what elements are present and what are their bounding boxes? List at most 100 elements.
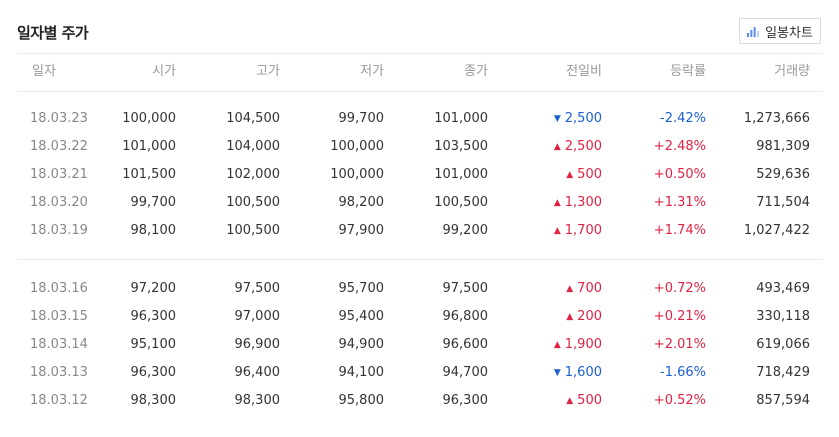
cell-date: 18.03.13 [30,365,88,380]
cell-change: ▲ 1,900 [554,331,602,360]
cell-open: 95,100 [130,337,177,352]
cell-low: 98,200 [338,195,385,210]
triangle-down-icon: ▼ [553,114,561,124]
cell-high: 102,000 [226,167,280,182]
cell-date: 18.03.23 [30,111,88,126]
cell-change-value: 200 [577,309,602,324]
cell-change-value: 700 [577,281,602,296]
cell-volume: 493,469 [756,281,810,296]
daily-chart-button-label: 일봉차트 [765,25,813,41]
cell-date: 18.03.21 [30,167,88,182]
cell-close: 97,500 [442,281,489,296]
cell-open: 96,300 [130,365,177,380]
cell-volume: 1,027,422 [743,223,810,238]
cell-high: 97,500 [234,281,281,296]
cell-close: 96,300 [442,393,489,408]
triangle-up-icon: ▲ [553,340,561,350]
table-row: 18.03.16 97,200 97,500 95,700 97,500 ▲ 700 +0.7… [0,275,839,303]
cell-volume: 981,309 [756,139,810,154]
bar-chart-icon [747,26,759,37]
triangle-up-icon: ▲ [566,170,574,180]
daily-chart-button[interactable]: 일봉차트 [739,18,821,44]
daily-stock-price-panel: 일자별 주가 일봉차트 일자 시가 고가 저가 종가 전일비 등락률 거래량 1… [0,0,839,437]
cell-open: 99,700 [130,195,177,210]
column-header-rate: 등락률 [670,64,706,79]
table-row: 18.03.14 95,100 96,900 94,900 96,600 ▲ 1,900 +2… [0,331,839,359]
cell-high: 100,500 [226,195,280,210]
cell-low: 95,800 [338,393,385,408]
cell-open: 101,000 [122,139,176,154]
triangle-up-icon: ▲ [566,396,574,406]
header-top-divider [17,53,823,54]
cell-open: 97,200 [130,281,177,296]
cell-low: 100,000 [330,167,384,182]
cell-rate: +1.74% [653,223,706,238]
table-row: 18.03.19 98,100 100,500 97,900 99,200 ▲ 1,700 +… [0,217,839,245]
cell-volume: 330,118 [756,309,810,324]
cell-open: 100,000 [122,111,176,126]
cell-change-value: 500 [577,167,602,182]
cell-close: 99,200 [442,223,489,238]
column-header-close: 종가 [464,64,488,79]
triangle-down-icon: ▼ [553,368,561,378]
cell-volume: 619,066 [756,337,810,352]
cell-volume: 718,429 [756,365,810,380]
triangle-up-icon: ▲ [553,142,561,152]
table-row: 18.03.15 96,300 97,000 95,400 96,800 ▲ 200 +0.2… [0,303,839,331]
cell-close: 101,000 [434,167,488,182]
cell-close: 96,600 [442,337,489,352]
cell-rate: +1.31% [653,195,706,210]
cell-rate: +0.52% [653,393,706,408]
cell-change: ▲ 1,700 [554,217,602,246]
cell-change-value: 2,500 [564,111,602,126]
cell-high: 96,900 [234,337,281,352]
cell-open: 96,300 [130,309,177,324]
triangle-up-icon: ▲ [566,284,574,294]
cell-volume: 711,504 [756,195,810,210]
cell-date: 18.03.12 [30,393,88,408]
triangle-up-icon: ▲ [566,312,574,322]
cell-low: 100,000 [330,139,384,154]
cell-open: 98,300 [130,393,177,408]
column-header-change: 전일비 [566,64,602,79]
cell-low: 95,700 [338,281,385,296]
cell-change: ▲ 500 [566,161,602,190]
column-header-low: 저가 [360,64,384,79]
cell-date: 18.03.16 [30,281,88,296]
cell-change-value: 1,700 [564,223,602,238]
cell-low: 94,100 [338,365,385,380]
cell-change-value: 1,900 [564,337,602,352]
cell-close: 94,700 [442,365,489,380]
cell-close: 103,500 [434,139,488,154]
group-divider [17,259,823,260]
table-row: 18.03.13 96,300 96,400 94,100 94,700 ▼ 1,600 -1… [0,359,839,387]
cell-change: ▲ 700 [566,275,602,304]
cell-date: 18.03.15 [30,309,88,324]
cell-rate: +2.48% [653,139,706,154]
cell-close: 100,500 [434,195,488,210]
cell-high: 104,000 [226,139,280,154]
cell-volume: 1,273,666 [743,111,810,126]
cell-high: 98,300 [234,393,281,408]
cell-change-value: 2,500 [564,139,602,154]
cell-change: ▼ 2,500 [554,105,602,134]
cell-change-value: 1,300 [564,195,602,210]
column-header-volume: 거래량 [774,64,810,79]
cell-change-value: 500 [577,393,602,408]
cell-rate: +2.01% [653,337,706,352]
cell-rate: -1.66% [660,365,706,380]
cell-change: ▲ 1,300 [554,189,602,218]
table-header: 일자 시가 고가 저가 종가 전일비 등락률 거래량 [0,58,839,86]
table-row: 18.03.20 99,700 100,500 98,200 100,500 ▲ 1,300… [0,189,839,217]
cell-date: 18.03.20 [30,195,88,210]
cell-low: 94,900 [338,337,385,352]
cell-volume: 857,594 [756,393,810,408]
cell-change: ▲ 200 [566,303,602,332]
header-bottom-divider [17,91,823,92]
column-header-high: 고가 [256,64,280,79]
cell-high: 96,400 [234,365,281,380]
cell-low: 95,400 [338,309,385,324]
cell-rate: -2.42% [660,111,706,126]
cell-change: ▼ 1,600 [554,359,602,388]
cell-high: 100,500 [226,223,280,238]
